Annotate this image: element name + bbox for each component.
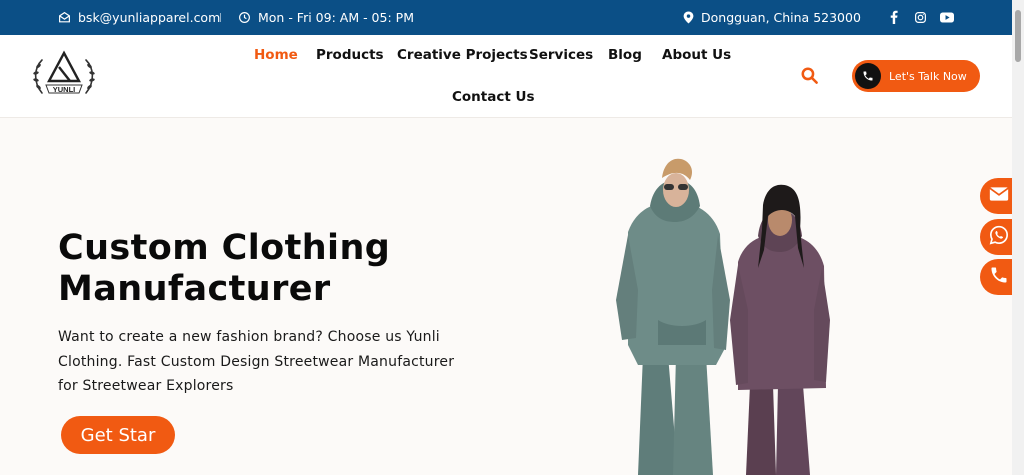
hero-models-image <box>616 158 830 475</box>
scrollbar-thumb[interactable] <box>1015 10 1021 62</box>
nav-creative-projects[interactable]: Creative Projects <box>397 47 528 63</box>
map-pin-icon <box>683 11 694 24</box>
hero-title-line1: Custom Clothing <box>58 228 391 268</box>
hero-desc-line1: Want to create a new fashion brand? Choo… <box>58 329 440 345</box>
hero-title-line2: Manufacturer <box>58 269 331 309</box>
page-scrollbar[interactable] <box>1012 0 1024 475</box>
hero-desc-line2: Clothing. Fast Custom Design Streetwear … <box>58 353 455 370</box>
lets-talk-button[interactable]: Let's Talk Now <box>852 60 980 92</box>
hero-desc-line3: for Streetwear Explorers <box>58 378 234 394</box>
youtube-icon[interactable] <box>940 10 954 24</box>
nav-about-us[interactable]: About Us <box>662 47 731 63</box>
email-text: bsk@yunliapparel.com <box>78 10 221 25</box>
phone-icon <box>855 63 881 89</box>
instagram-icon[interactable] <box>913 10 927 24</box>
nav-products[interactable]: Products <box>316 47 384 63</box>
nav-contact-us[interactable]: Contact Us <box>452 89 535 105</box>
topbar-location: Dongguan, China 523000 <box>683 0 861 35</box>
search-icon[interactable] <box>800 66 819 85</box>
location-text: Dongguan, China 523000 <box>701 10 861 25</box>
lets-talk-label: Let's Talk Now <box>889 69 967 83</box>
nav-services[interactable]: Services <box>529 47 593 63</box>
whatsapp-icon <box>989 225 1009 249</box>
nav-home[interactable]: Home <box>254 47 298 63</box>
topbar-hours: Mon - Fri 09: AM - 05: PM <box>238 0 414 35</box>
yunli-logo[interactable]: YUNLI <box>30 50 98 102</box>
top-bar: bsk@yunliapparel.com Mon - Fri 09: AM - … <box>0 0 1012 35</box>
phone-icon <box>989 265 1009 289</box>
get-started-button[interactable]: Get Star <box>61 416 175 454</box>
logo-text: YUNLI <box>53 85 76 94</box>
facebook-icon[interactable] <box>887 10 901 24</box>
topbar-email[interactable]: bsk@yunliapparel.com <box>58 0 220 35</box>
site-header: YUNLI Home Products Creative Projects Se… <box>0 35 1012 118</box>
hero-description: Want to create a new fashion brand? Choo… <box>58 325 498 399</box>
nav-blog[interactable]: Blog <box>608 47 642 63</box>
divider <box>220 13 221 22</box>
mail-icon <box>989 186 1009 206</box>
hero-title: Custom Clothing Manufacturer <box>58 228 390 310</box>
mail-icon <box>58 11 71 24</box>
hours-text: Mon - Fri 09: AM - 05: PM <box>258 10 414 25</box>
clock-icon <box>238 11 251 24</box>
